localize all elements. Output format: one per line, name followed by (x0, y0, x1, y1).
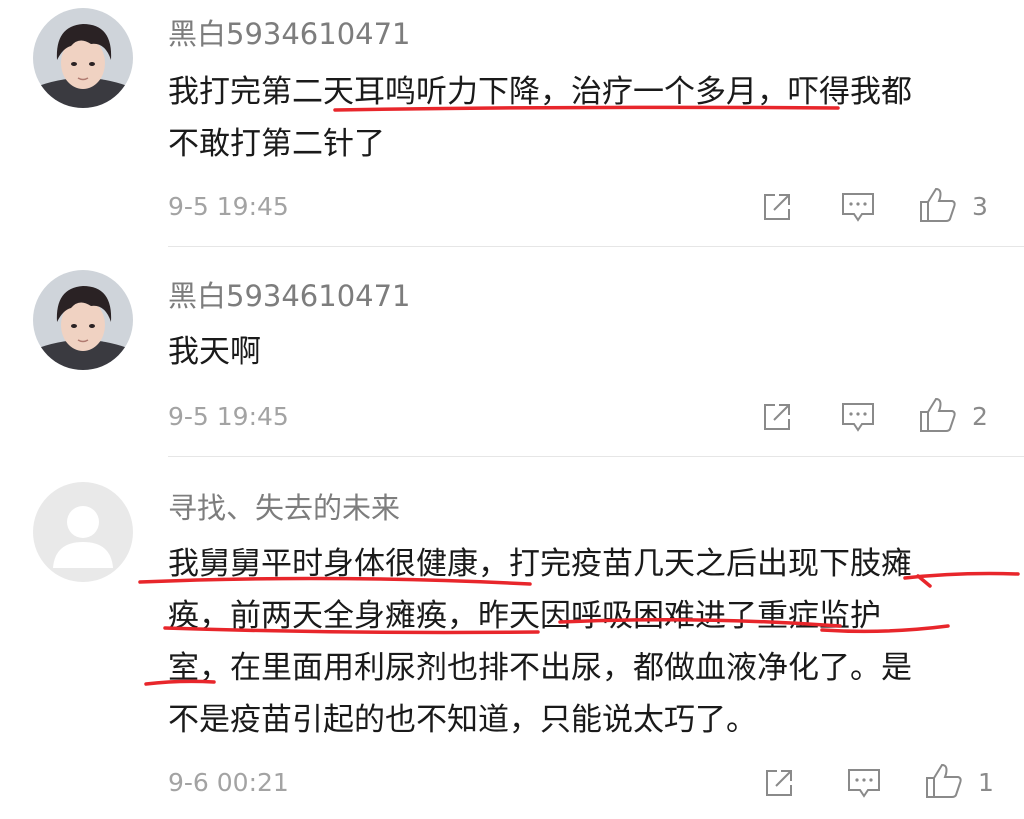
share-icon[interactable] (760, 190, 794, 224)
divider (168, 456, 1024, 457)
thumbs-up-icon[interactable] (918, 186, 958, 224)
share-icon[interactable] (760, 400, 794, 434)
divider (168, 246, 1024, 247)
timestamp: 9-5 19:45 (168, 192, 289, 221)
comment-icon[interactable] (840, 190, 876, 224)
like-count: 3 (972, 192, 988, 221)
username[interactable]: 黑白5934610471 (168, 16, 411, 52)
profile-photo (33, 270, 133, 370)
share-icon[interactable] (762, 766, 796, 800)
avatar[interactable] (33, 482, 133, 582)
timestamp: 9-5 19:45 (168, 402, 289, 431)
like-count: 2 (972, 402, 988, 431)
timestamp: 9-6 00:21 (168, 768, 289, 797)
avatar[interactable] (33, 270, 133, 370)
default-avatar-icon (33, 482, 133, 582)
like-count: 1 (978, 768, 994, 797)
comment-icon[interactable] (840, 400, 876, 434)
username[interactable]: 黑白5934610471 (168, 278, 411, 314)
profile-photo (33, 8, 133, 108)
comment-text: 我舅舅平时身体很健康，打完疫苗几天之后出现下肢瘫 痪，前两天全身瘫痪，昨天因呼吸… (168, 546, 912, 738)
comment-text: 我打完第二天耳鸣听力下降，治疗一个多月，吓得我都 不敢打第二针了 (168, 74, 912, 162)
thumbs-up-icon[interactable] (924, 762, 964, 800)
comment-text: 我天啊 (168, 334, 261, 370)
avatar[interactable] (33, 8, 133, 108)
thumbs-up-icon[interactable] (918, 396, 958, 434)
comment-icon[interactable] (846, 766, 882, 800)
username[interactable]: 寻找、失去的未来 (168, 490, 400, 526)
